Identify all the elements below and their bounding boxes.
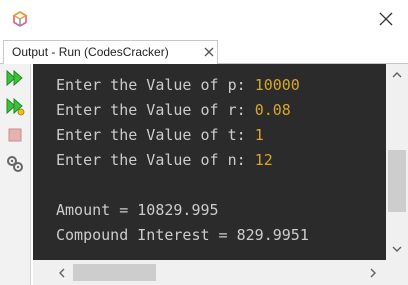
rerun-icon[interactable]	[5, 68, 25, 88]
amount-line: Amount = 10829.995	[56, 201, 219, 219]
interest-line: Compound Interest = 829.9951	[56, 226, 309, 244]
console-output[interactable]: Enter the Value of p: 10000 Enter the Va…	[33, 64, 386, 260]
title-bar	[0, 0, 408, 38]
stop-icon[interactable]	[5, 125, 25, 145]
tab-label: Output - Run (CodesCracker)	[12, 45, 169, 59]
scroll-up-icon[interactable]	[391, 70, 403, 80]
scroll-left-icon[interactable]	[57, 267, 67, 279]
netbeans-cube-icon	[12, 11, 28, 27]
prompt-text: Enter the Value of r:	[56, 101, 255, 119]
settings-icon[interactable]	[5, 154, 25, 174]
tab-close-icon[interactable]	[203, 46, 215, 58]
scroll-right-icon[interactable]	[368, 267, 378, 279]
input-value: 10000	[254, 76, 300, 94]
prompt-text: Enter the Value of n:	[56, 151, 255, 169]
scrollbar-corner	[386, 260, 408, 285]
console-line-p: Enter the Value of p: 10000	[56, 75, 300, 95]
close-icon[interactable]	[372, 6, 400, 32]
input-value: 12	[254, 151, 273, 169]
output-toolbar	[0, 64, 31, 285]
tab-output[interactable]: Output - Run (CodesCracker)	[3, 40, 218, 64]
input-value: 1	[254, 126, 264, 144]
prompt-text: Enter the Value of p:	[56, 76, 255, 94]
prompt-text: Enter the Value of t:	[56, 126, 255, 144]
vertical-scroll-thumb[interactable]	[388, 150, 406, 212]
console-line-t: Enter the Value of t: 1	[56, 125, 264, 145]
horizontal-scroll-thumb[interactable]	[73, 264, 156, 281]
scroll-down-icon[interactable]	[391, 244, 403, 254]
rerun-with-options-icon[interactable]	[5, 96, 25, 116]
console-line-r: Enter the Value of r: 0.08	[56, 100, 291, 120]
console-line-n: Enter the Value of n: 12	[56, 150, 273, 170]
input-value: 0.08	[254, 101, 291, 119]
